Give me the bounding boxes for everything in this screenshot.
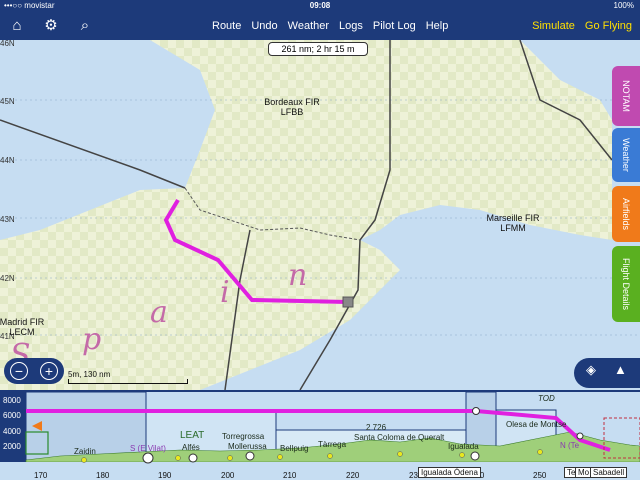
toolbar: ⌂ ⚙ ⌕ Route Undo Weather Logs Pilot Log … <box>0 12 640 40</box>
menu-weather[interactable]: Weather <box>288 20 329 32</box>
go-flying-button[interactable]: Go Flying <box>585 20 632 32</box>
destination-marker <box>342 296 354 308</box>
elevation-label: 2 726 <box>366 423 387 432</box>
simulate-button[interactable]: Simulate <box>532 20 575 32</box>
scale-bar <box>68 379 188 384</box>
place-santa-coloma: Santa Coloma de Queralt <box>354 433 445 442</box>
tab-weather[interactable]: Weather <box>612 128 640 182</box>
axis-200: 200 <box>221 471 235 480</box>
status-bar: •••○○ movistar 09:08 100% <box>0 0 640 12</box>
vertical-profile[interactable]: 8000 6000 4000 2000 TOD LEAT Zaidin S (E… <box>0 390 640 480</box>
gear-icon[interactable]: ⚙ <box>40 15 62 37</box>
country-letter-i: i <box>220 275 230 310</box>
menu-help[interactable]: Help <box>426 20 449 32</box>
alt-2000: 2000 <box>3 442 21 451</box>
map-view[interactable]: 46N 45N 44N 43N 42N 41N 261 nm; 2 hr 15 … <box>0 40 640 390</box>
fir-marseille: Marseille FIR LFMM <box>486 213 540 233</box>
place-olesa: Olesa de Montse <box>506 420 567 429</box>
alt-4000: 4000 <box>3 427 21 436</box>
lat-45: 45N <box>0 97 15 106</box>
zoom-in-button[interactable]: + <box>40 362 58 380</box>
axis-220: 220 <box>346 471 360 480</box>
waypoint-sabadell[interactable]: Sabadell <box>590 467 628 478</box>
main-menu: Route Undo Weather Logs Pilot Log Help <box>212 12 448 40</box>
home-icon[interactable]: ⌂ <box>6 15 28 37</box>
route-distance-label[interactable]: 261 nm; 2 hr 15 m <box>268 42 368 56</box>
place-mollerussa: Mollerussa <box>228 442 267 451</box>
lat-43: 43N <box>0 215 15 224</box>
alt-6000: 6000 <box>3 411 21 420</box>
search-icon[interactable]: ⌕ <box>74 15 96 37</box>
menu-route[interactable]: Route <box>212 20 241 32</box>
fir-bordeaux: Bordeaux FIR LFBB <box>264 97 320 117</box>
place-zaidin: Zaidin <box>74 447 96 456</box>
profile-canvas <box>0 391 640 480</box>
leat-label: LEAT <box>180 430 205 441</box>
place-alfes: Alfés <box>182 443 200 452</box>
layers-icon[interactable]: ◈ <box>586 362 596 378</box>
menu-logs[interactable]: Logs <box>339 20 363 32</box>
place-igualada: Igualada <box>448 442 479 451</box>
place-n-te: N (Te <box>560 441 580 450</box>
lat-44: 44N <box>0 156 15 165</box>
fir-madrid: Madrid FIR LECM <box>0 317 45 337</box>
zoom-out-button[interactable]: − <box>10 362 28 380</box>
axis-180: 180 <box>96 471 110 480</box>
clock: 09:08 <box>309 1 331 10</box>
tab-notam[interactable]: NOTAM <box>612 66 640 126</box>
place-bellpuig: Bellpuig <box>280 444 309 453</box>
place-s-east: S (E Vilat) <box>130 444 166 453</box>
alt-8000: 8000 <box>3 396 21 405</box>
axis-210: 210 <box>283 471 297 480</box>
tab-flight-details[interactable]: Flight Details <box>612 246 640 322</box>
place-tarrega: Tàrrega <box>318 440 347 449</box>
country-letter-n: n <box>288 258 308 293</box>
scale-label: 5m, 130 nm <box>68 370 111 379</box>
waypoint-igualada-odena[interactable]: Igualada Ódena <box>418 467 481 478</box>
menu-pilot-log[interactable]: Pilot Log <box>373 20 416 32</box>
place-torregrossa: Torregrossa <box>222 432 265 441</box>
country-letter-a: a <box>150 295 168 330</box>
lat-42: 42N <box>0 274 15 283</box>
menu-undo[interactable]: Undo <box>251 20 277 32</box>
map-buttons: ◈ ▲ <box>574 358 640 388</box>
tod-label: TOD <box>538 394 555 403</box>
tab-airfields[interactable]: Airfields <box>612 186 640 242</box>
battery-label: 100% <box>613 1 634 10</box>
country-letter-p: p <box>82 322 102 357</box>
axis-190: 190 <box>158 471 172 480</box>
axis-250: 250 <box>533 471 547 480</box>
zoom-control: − + <box>4 358 64 384</box>
lat-46: 46N <box>0 40 15 48</box>
land-france <box>150 40 612 240</box>
axis-170: 170 <box>34 471 48 480</box>
north-arrow-icon[interactable]: ▲ <box>614 362 627 377</box>
